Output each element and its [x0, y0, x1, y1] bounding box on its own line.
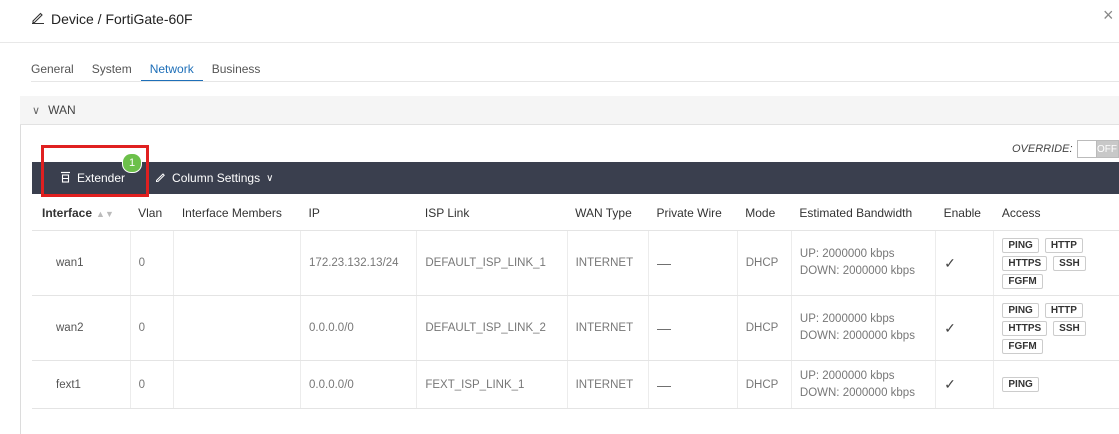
chevron-down-icon[interactable]: ∨ [32, 104, 40, 117]
access-tag-http[interactable]: HTTP [1044, 302, 1083, 318]
cell-vlan: 0 [130, 360, 175, 409]
cell-members [173, 360, 302, 409]
enabled-check-icon: ✓ [935, 230, 995, 296]
column-header-mode: Mode [737, 196, 792, 231]
toggle-state: OFF [1096, 141, 1118, 157]
highlight-box [41, 145, 149, 197]
cell-private-wire: — [648, 230, 738, 296]
access-tag-ssh[interactable]: SSH [1053, 320, 1086, 336]
chevron-down-icon: ∨ [266, 172, 274, 184]
table-row[interactable]: wan2 0 0.0.0.0/0 DEFAULT_ISP_LINK_2 INTE… [32, 295, 1119, 361]
table-row[interactable]: wan1 0 172.23.132.13/24 DEFAULT_ISP_LINK… [32, 230, 1119, 296]
access-tag-ping[interactable]: PING [1002, 302, 1039, 318]
cell-vlan: 0 [130, 230, 175, 296]
column-header-wan-type: WAN Type [567, 196, 649, 231]
column-header-enable: Enable [935, 196, 994, 231]
cell-members [173, 230, 302, 296]
cell-interface: fext1 [32, 360, 131, 409]
bandwidth-up: UP: 2000000 kbps [799, 369, 895, 382]
access-tag-ssh[interactable]: SSH [1053, 255, 1086, 271]
access-tag-http[interactable]: HTTP [1044, 237, 1083, 253]
access-tag-fgfm[interactable]: FGFM [1002, 273, 1043, 289]
tab-network[interactable]: Network [140, 62, 203, 82]
column-header-private-wire: Private Wire [648, 196, 738, 231]
cell-bandwidth: UP: 2000000 kbps DOWN: 2000000 kbps [791, 230, 937, 296]
edit-icon [31, 10, 45, 27]
wan-interface-table: Interface ▲▼ Vlan Interface Members IP IS… [32, 196, 1119, 409]
cell-ip: 172.23.132.13/24 [300, 230, 418, 296]
cell-isp-link: DEFAULT_ISP_LINK_1 [416, 230, 568, 296]
cell-access: PING HTTP HTTPS SSH FGFM [993, 295, 1119, 361]
column-header-ip: IP [300, 196, 417, 231]
column-header-isp-link: ISP Link [416, 196, 568, 231]
column-header-vlan: Vlan [130, 196, 174, 231]
cell-wan-type: INTERNET [567, 360, 649, 409]
cell-members [173, 295, 302, 361]
dialog-title-text: Device / FortiGate-60F [51, 10, 193, 27]
column-header-estimated-bandwidth: Estimated Bandwidth [791, 196, 936, 231]
column-settings-button[interactable]: Column Settings ∨ [155, 171, 273, 185]
cell-mode: DHCP [737, 295, 792, 361]
cell-ip: 0.0.0.0/0 [300, 295, 418, 361]
override-label: OVERRIDE: [1012, 143, 1073, 155]
cell-ip: 0.0.0.0/0 [300, 360, 418, 409]
table-header-row: Interface ▲▼ Vlan Interface Members IP IS… [32, 196, 1119, 231]
cell-isp-link: DEFAULT_ISP_LINK_2 [416, 295, 568, 361]
cell-access: PING HTTP HTTPS SSH FGFM [993, 230, 1119, 296]
bandwidth-down: DOWN: 2000000 kbps [799, 330, 915, 342]
toggle-knob [1077, 141, 1097, 157]
enabled-check-icon: ✓ [935, 295, 995, 361]
cell-wan-type: INTERNET [567, 230, 649, 296]
tab-business[interactable]: Business [203, 62, 270, 82]
wan-section-header[interactable]: ∨ WAN [20, 96, 1119, 125]
access-tag-https[interactable]: HTTPS [1002, 320, 1048, 336]
access-tag-ping[interactable]: PING [1002, 377, 1039, 392]
sort-icon[interactable]: ▲▼ [96, 209, 114, 219]
cell-access: PING [993, 360, 1119, 409]
bandwidth-up: UP: 2000000 kbps [799, 313, 895, 325]
cell-bandwidth: UP: 2000000 kbps DOWN: 2000000 kbps [791, 360, 937, 409]
cell-private-wire: — [648, 360, 738, 409]
table-row[interactable]: fext1 0 0.0.0.0/0 FEXT_ISP_LINK_1 INTERN… [32, 360, 1119, 409]
column-header-interface[interactable]: Interface ▲▼ [32, 196, 131, 231]
cell-mode: DHCP [737, 230, 792, 296]
wan-section-title: WAN [48, 103, 76, 117]
pencil-icon [155, 171, 166, 185]
tabs-divider [31, 81, 1119, 82]
cell-wan-type: INTERNET [567, 295, 649, 361]
bandwidth-down: DOWN: 2000000 kbps [799, 386, 915, 399]
close-icon[interactable]: × [1103, 5, 1114, 26]
cell-mode: DHCP [737, 360, 792, 409]
bandwidth-up: UP: 2000000 kbps [799, 248, 895, 260]
cell-interface: wan2 [32, 295, 131, 361]
tab-system[interactable]: System [83, 62, 141, 82]
cell-interface: wan1 [32, 230, 131, 296]
bandwidth-down: DOWN: 2000000 kbps [799, 265, 915, 277]
override-control: OVERRIDE: OFF [1012, 140, 1119, 158]
access-tag-fgfm[interactable]: FGFM [1002, 338, 1043, 354]
header-divider [0, 42, 1119, 43]
column-header-interface-members: Interface Members [173, 196, 301, 231]
column-header-access: Access [993, 196, 1119, 231]
enabled-check-icon: ✓ [935, 360, 995, 409]
access-tag-ping[interactable]: PING [1002, 237, 1039, 253]
table-toolbar: Extender Column Settings ∨ [32, 162, 1119, 194]
cell-private-wire: — [648, 295, 738, 361]
override-toggle[interactable]: OFF [1076, 140, 1119, 158]
cell-bandwidth: UP: 2000000 kbps DOWN: 2000000 kbps [791, 295, 937, 361]
tab-bar: General System Network Business [31, 62, 269, 82]
tab-general[interactable]: General [31, 62, 83, 82]
cell-isp-link: FEXT_ISP_LINK_1 [416, 360, 568, 409]
dialog-title: Device / FortiGate-60F [31, 10, 193, 27]
cell-vlan: 0 [130, 295, 175, 361]
access-tag-https[interactable]: HTTPS [1002, 255, 1048, 271]
column-settings-label: Column Settings [172, 171, 261, 185]
